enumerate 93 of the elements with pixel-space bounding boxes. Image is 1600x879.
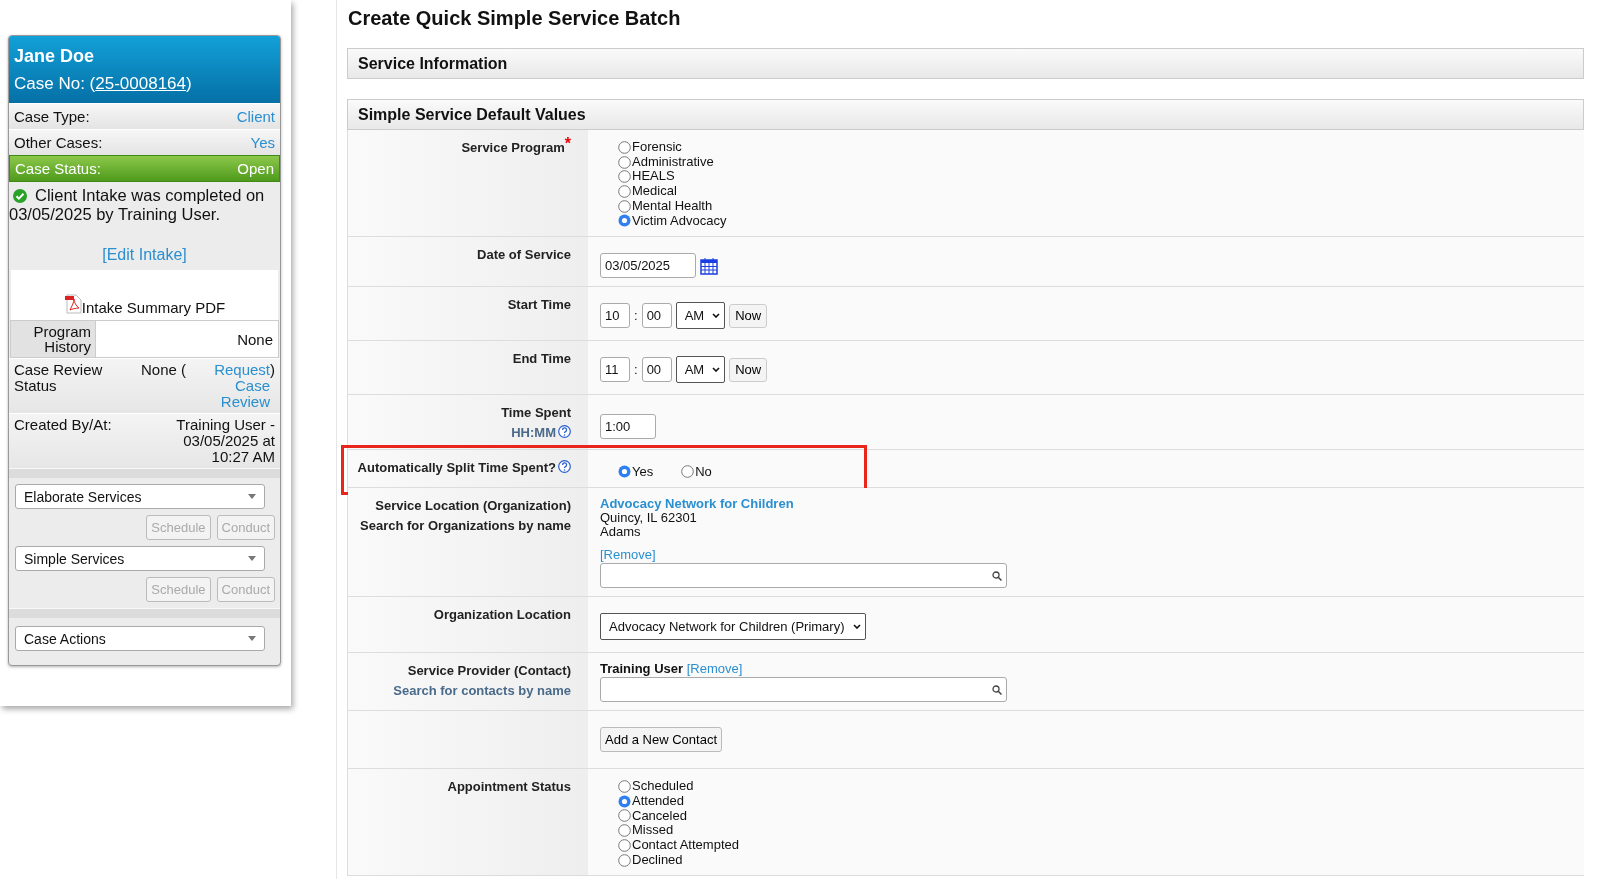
- radio-button[interactable]: [618, 838, 631, 852]
- ampm-dropdown[interactable]: AM: [675, 356, 726, 384]
- info-value: None ( Request Case Review ): [139, 362, 275, 410]
- time-separator: :: [634, 362, 638, 378]
- calendar-icon: [700, 256, 718, 275]
- check-icon: [13, 189, 27, 203]
- option-label: Victim Advocacy: [632, 213, 727, 229]
- radio-button[interactable]: [618, 794, 631, 808]
- option-label: No: [695, 464, 712, 480]
- field-label: Time Spent: [501, 405, 571, 421]
- address-line: Adams: [600, 525, 641, 540]
- field-label: Start Time: [507, 297, 571, 313]
- case-number: Case No: (25-0008164): [14, 73, 193, 95]
- radio-button[interactable]: [618, 170, 631, 184]
- chevron-icon: [712, 313, 721, 319]
- now-button[interactable]: Now: [729, 357, 768, 382]
- now-button[interactable]: Now: [729, 303, 768, 328]
- radio-button[interactable]: [618, 465, 631, 479]
- info-value: Training User - 03/05/2025 at 10:27 AM: [175, 417, 275, 465]
- ampm-dropdown[interactable]: AM: [675, 302, 726, 330]
- option-label: Attended: [632, 793, 685, 809]
- info-label: Created By/At:: [14, 417, 113, 435]
- radio-button[interactable]: [618, 809, 631, 823]
- add-contact-button[interactable]: Add a New Contact: [600, 727, 722, 753]
- field-hint: Search for Organizations by name: [360, 518, 571, 534]
- option-label: Contact Attempted: [632, 838, 739, 853]
- section-header: Service Information: [347, 48, 1584, 79]
- contact-name: Training User: [600, 661, 684, 677]
- hour-field[interactable]: 10: [600, 303, 630, 329]
- chevron-icon: [712, 367, 721, 373]
- dropdown[interactable]: Case Actions: [15, 626, 265, 651]
- search-icon: [992, 570, 1002, 581]
- dropdown[interactable]: Simple Services: [15, 546, 265, 571]
- field-label: Service Program: [461, 140, 565, 155]
- page-title: Create Quick Simple Service Batch: [348, 6, 682, 30]
- field-label: Service Location (Organization): [375, 498, 571, 514]
- address-line: Quincy, IL 62301: [600, 511, 698, 526]
- caret-icon: [248, 556, 256, 561]
- option-label: Canceled: [632, 808, 687, 824]
- field-hint: Search for contacts by name: [393, 683, 571, 699]
- caret-icon: [248, 636, 256, 641]
- info-label: Case Status:: [15, 160, 101, 177]
- option-label: HEALS: [632, 169, 675, 185]
- time-spent-field[interactable]: 1:00: [600, 414, 656, 440]
- option-label: Mental Health: [632, 198, 713, 214]
- radio-button[interactable]: [618, 140, 631, 154]
- option-label: Yes: [632, 464, 654, 480]
- option-label: Medical: [632, 184, 677, 199]
- info-label: Case Review Status: [14, 362, 104, 396]
- client-name: Jane Doe: [14, 45, 96, 67]
- minute-field[interactable]: 00: [641, 303, 672, 329]
- radio-button[interactable]: [618, 853, 631, 867]
- radio-button[interactable]: [618, 199, 631, 213]
- caret-icon: [248, 494, 256, 499]
- section-header: Simple Service Default Values: [347, 99, 1584, 130]
- option-label: Declined: [632, 852, 683, 868]
- dropdown[interactable]: Elaborate Services: [15, 484, 265, 509]
- required-mark: *: [564, 135, 571, 152]
- info-label: Other Cases:: [14, 134, 103, 151]
- table-cell-text: None: [236, 330, 274, 348]
- option-label: Scheduled: [632, 779, 694, 794]
- field-label: Appointment Status: [447, 779, 571, 795]
- table-header-cell: Program History: [11, 321, 96, 357]
- pdf-link[interactable]: Intake Summary PDF: [81, 299, 226, 316]
- search-field[interactable]: [600, 677, 1007, 703]
- radio-button[interactable]: [618, 824, 631, 838]
- time-separator: :: [634, 308, 638, 324]
- option-label: Forensic: [632, 140, 682, 155]
- search-field[interactable]: [600, 563, 1007, 589]
- radio-button[interactable]: [618, 155, 631, 169]
- field-label: Service Provider (Contact): [407, 663, 571, 679]
- field-label: End Time: [512, 351, 571, 367]
- search-icon: [992, 684, 1002, 695]
- field-label: Organization Location: [433, 607, 571, 623]
- chevron-icon: [852, 624, 861, 630]
- radio-button[interactable]: [681, 465, 695, 479]
- pdf-icon: [63, 294, 82, 314]
- date-field[interactable]: 03/05/2025: [600, 253, 696, 279]
- case-number-link[interactable]: 25-0008164: [95, 74, 186, 93]
- field-label: Automatically Split Time Spent?: [357, 460, 556, 476]
- radio-button[interactable]: [618, 780, 631, 794]
- info-label: Case Type:: [14, 108, 90, 125]
- field-label: Date of Service: [477, 247, 571, 263]
- hour-field[interactable]: 11: [600, 357, 630, 383]
- minute-field[interactable]: 00: [641, 357, 672, 383]
- location-dropdown[interactable]: Advocacy Network for Children (Primary): [600, 613, 866, 641]
- field-hint: HH:MM: [511, 425, 556, 441]
- status-value: Open: [237, 160, 274, 177]
- radio-button[interactable]: [618, 184, 631, 198]
- option-label: Missed: [632, 823, 674, 839]
- intake-note: Client Intake was completed on 03/05/2025 by Training User.: [9, 185, 266, 224]
- option-label: Administrative: [632, 154, 714, 170]
- radio-button[interactable]: [618, 214, 631, 228]
